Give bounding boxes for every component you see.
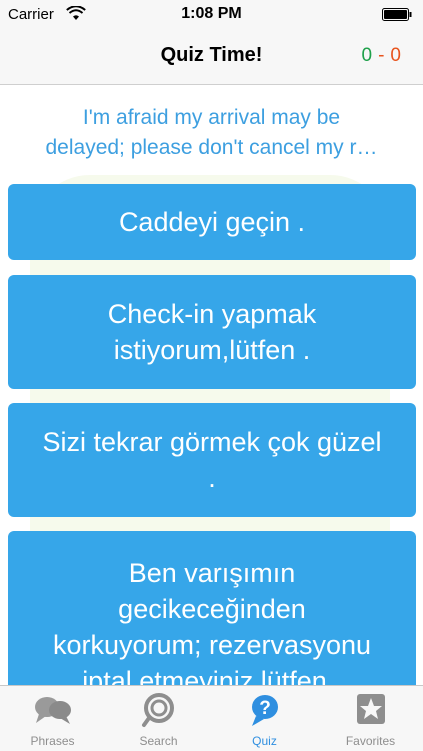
tab-quiz[interactable]: ? Quiz [212,686,317,751]
answer-button-1[interactable]: Caddeyi geçin . [8,184,416,260]
battery-icon [382,8,412,21]
speech-bubbles-icon [35,697,71,724]
score-separator: - [378,45,385,66]
tab-search[interactable]: Search [106,686,211,751]
answer-button-3[interactable]: Sizi tekrar görmek çok güzel . [8,403,416,517]
tab-phrases[interactable]: Phrases [0,686,105,751]
quiz-content[interactable]: I'm afraid my arrival may be delayed; pl… [0,85,423,685]
page-title: Quiz Time! [160,44,263,66]
answer-text: Check-in yapmak istiyorum,lütfen . [14,296,410,368]
answer-line: Check-in yapmak [107,299,317,329]
tab-favorites[interactable]: Favorites [318,686,423,751]
svg-text:?: ? [259,698,271,719]
nav-bar: Quiz Time! 0-0 [0,28,423,85]
tab-label: Phrases [30,734,75,748]
star-icon [357,694,385,724]
answer-text: Ben varışımın gecikeceğinden korkuyorum;… [14,555,410,685]
answer-line: . [208,463,216,493]
answer-line: Ben varışımın [128,558,296,588]
score-display: 0-0 [362,45,401,67]
tab-bar: Phrases Search ? Quiz Favorites [0,685,423,751]
answer-line: istiyorum,lütfen . [113,335,311,365]
question-bubble-icon: ? [252,695,278,726]
answer-button-4[interactable]: Ben varışımın gecikeceğinden korkuyorum;… [8,531,416,685]
score-correct: 0 [361,45,373,66]
tab-label: Search [139,734,178,748]
tab-label: Quiz [252,734,277,748]
answer-line: iptal etmeyiniz lütfen . [82,666,342,685]
status-bar: Carrier 1:08 PM [0,0,423,28]
score-wrong: 0 [390,45,401,66]
answer-text: Caddeyi geçin . [14,204,410,240]
question-line: I'm afraid my arrival may be [82,106,341,129]
search-icon [142,693,174,727]
status-time: 1:08 PM [181,5,242,22]
answer-line: gecikeceğinden [118,594,306,624]
answer-line: Sizi tekrar görmek çok güzel [42,427,382,457]
answer-button-2[interactable]: Check-in yapmak istiyorum,lütfen . [8,275,416,389]
question-line: delayed; please don't cancel my r… [45,136,378,159]
answer-line: Caddeyi geçin . [118,207,306,237]
tab-label: Favorites [345,734,396,748]
quiz-question: I'm afraid my arrival may be delayed; pl… [12,103,411,163]
answer-text: Sizi tekrar görmek çok güzel . [14,424,410,496]
answer-line: korkuyorum; rezervasyonu [52,630,372,660]
